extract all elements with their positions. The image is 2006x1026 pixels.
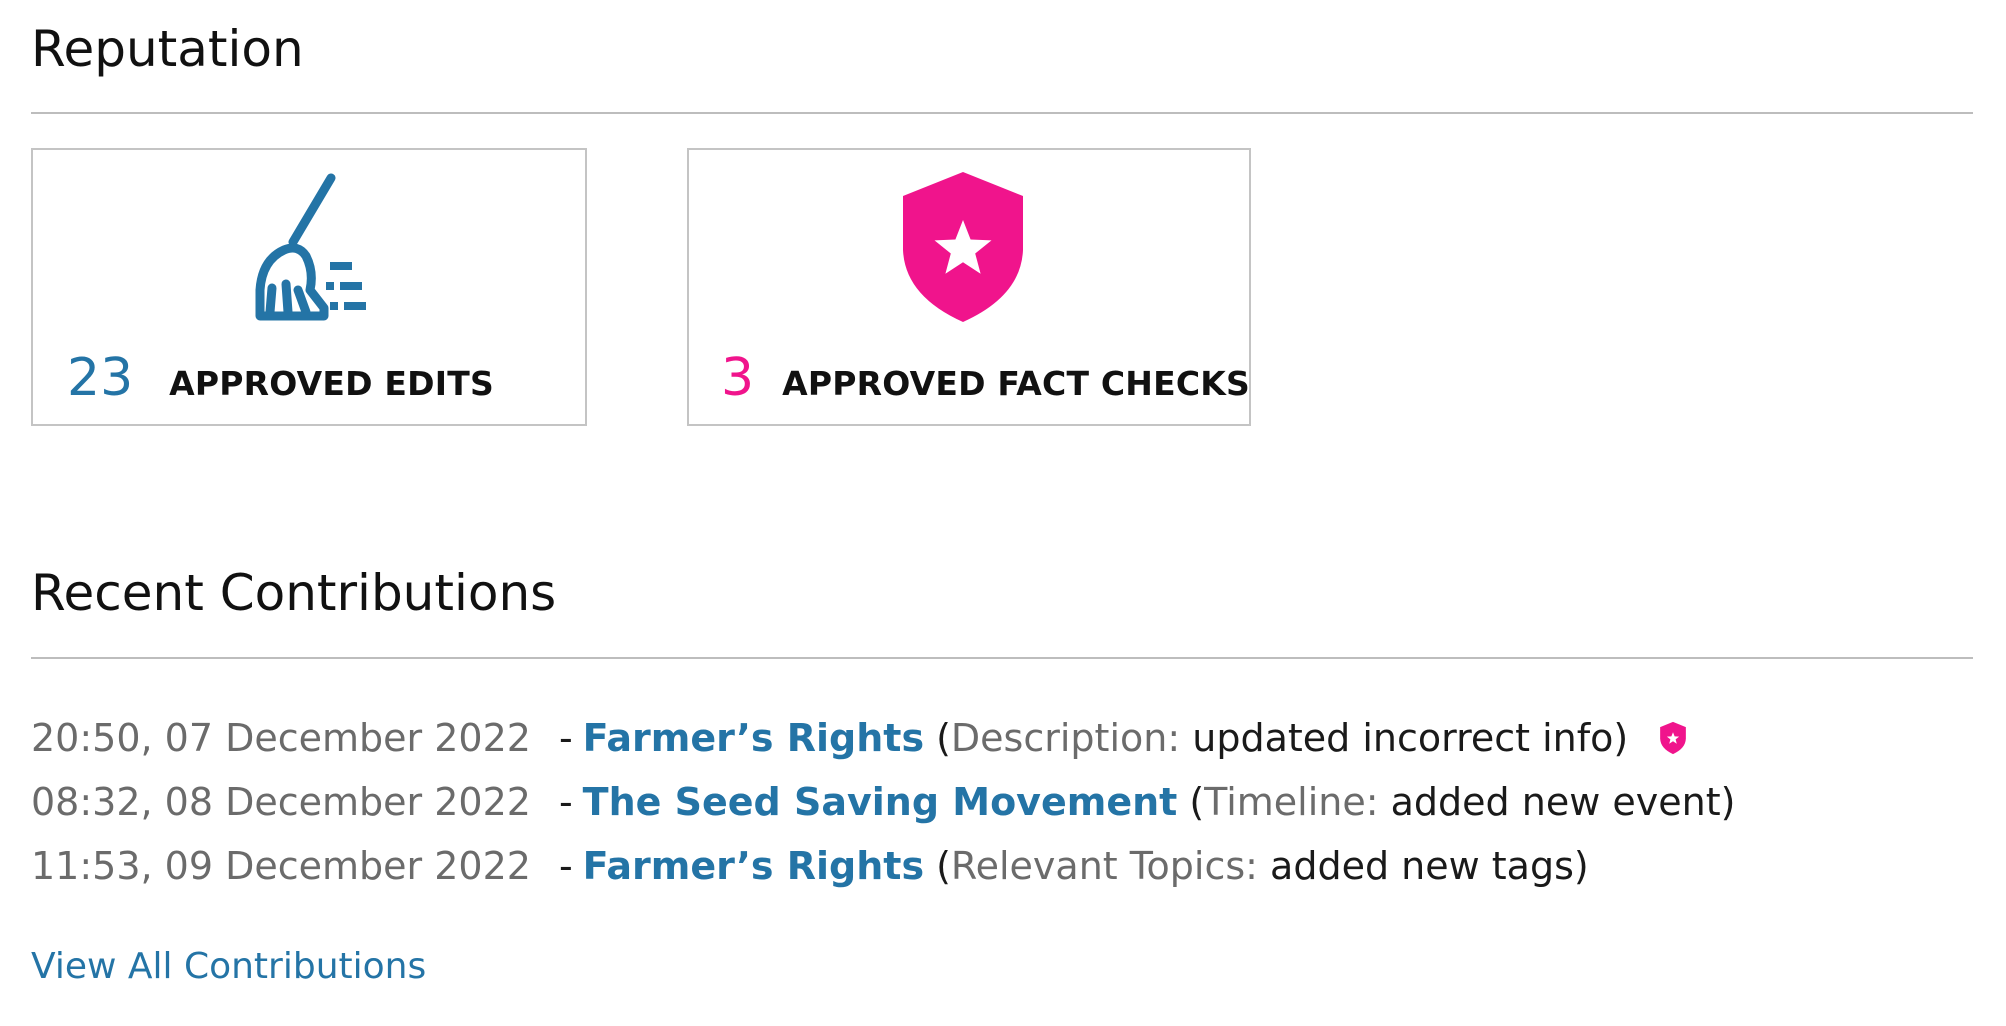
contribution-timestamp: 20:50, 07 December 2022 [31,716,531,760]
recent-contributions-heading: Recent Contributions [31,564,557,622]
change-summary: updated incorrect info [1192,716,1614,760]
separator-dash: - [558,716,573,760]
open-paren: ( [1189,780,1205,824]
reputation-divider [31,112,1973,114]
shield-star-icon [1658,720,1688,756]
article-link[interactable]: Farmer’s Rights [583,844,924,888]
approved-fact-checks-count: 3 [721,348,755,408]
approved-fact-checks-metric: 3 APPROVED FACT CHECKS [721,352,1250,404]
close-paren: ) [1613,716,1629,760]
list-item: 20:50, 07 December 2022 - Farmer’s Right… [31,706,1735,770]
approved-edits-count: 23 [67,348,134,408]
change-summary: added new event [1390,780,1721,824]
contributions-divider [31,657,1973,659]
approved-edits-label: APPROVED EDITS [169,364,494,403]
list-item: 11:53, 09 December 2022 - Farmer’s Right… [31,834,1735,898]
approved-edits-metric: 23 APPROVED EDITS [67,352,494,404]
contribution-timestamp: 11:53, 09 December 2022 [31,844,531,888]
list-item: 08:32, 08 December 2022 - The Seed Savin… [31,770,1735,834]
field-name: Timeline: [1204,780,1379,824]
article-link[interactable]: The Seed Saving Movement [583,780,1178,824]
open-paren: ( [936,844,951,888]
reputation-heading: Reputation [31,20,304,78]
view-all-contributions-link[interactable]: View All Contributions [31,946,426,987]
shield-star-icon [893,172,1033,322]
broom-icon [236,172,376,322]
field-name: Description: [950,716,1181,760]
change-summary: added new tags [1270,844,1574,888]
contributions-list: 20:50, 07 December 2022 - Farmer’s Right… [31,706,1735,898]
close-paren: ) [1720,780,1736,824]
separator-dash: - [558,844,573,888]
separator-dash: - [558,780,573,824]
field-name: Relevant Topics: [950,844,1258,888]
approved-edits-card: 23 APPROVED EDITS [31,148,587,426]
approved-fact-checks-card: 3 APPROVED FACT CHECKS [687,148,1251,426]
close-paren: ) [1573,844,1589,888]
open-paren: ( [936,716,951,760]
approved-fact-checks-label: APPROVED FACT CHECKS [782,364,1250,403]
contribution-timestamp: 08:32, 08 December 2022 [31,780,531,824]
article-link[interactable]: Farmer’s Rights [583,716,924,760]
